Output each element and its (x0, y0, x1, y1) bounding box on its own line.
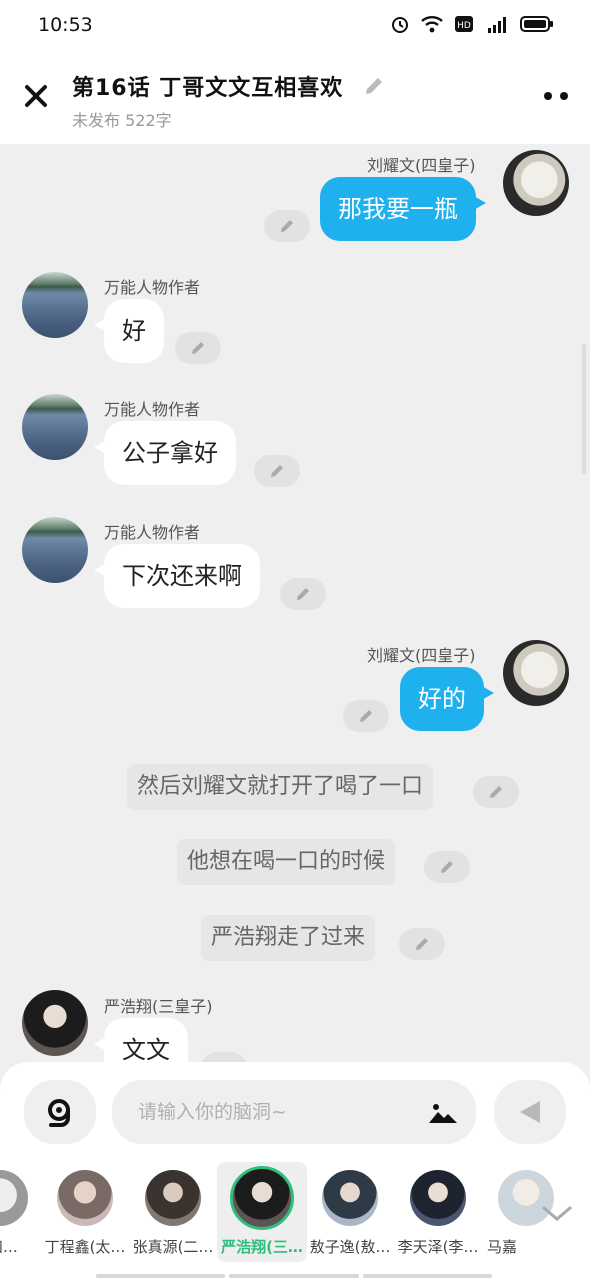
character-item[interactable]: 丁程鑫(太… (40, 1162, 130, 1262)
character-name: 丁程鑫(太… (44, 1238, 126, 1256)
pencil-icon (271, 465, 283, 477)
pencil-icon[interactable] (362, 74, 386, 98)
message-author: 万能人物作者 (104, 278, 201, 297)
pencil-icon (281, 220, 293, 232)
avatar[interactable] (22, 990, 88, 1056)
avatar[interactable] (503, 640, 569, 706)
character-name: (四… (0, 1238, 18, 1256)
home-indicator (96, 1274, 492, 1278)
hd-icon: HD (455, 16, 473, 32)
message-bubble[interactable]: 好的 (400, 667, 494, 731)
scrollbar[interactable] (582, 344, 586, 474)
character-name: 敖子逸(敖… (309, 1238, 391, 1256)
character-item[interactable]: (四… (0, 1162, 45, 1262)
ai-icon (48, 1099, 70, 1127)
pencil-icon (490, 786, 502, 798)
character-item[interactable]: 敖子逸(敖… (305, 1162, 395, 1262)
character-item[interactable]: 张真源(二… (128, 1162, 218, 1262)
chapter-title: 第16话 丁哥文文互相喜欢 (72, 76, 344, 101)
brainstorm-input[interactable] (112, 1080, 476, 1144)
character-avatar (0, 1170, 28, 1226)
character-selector: (四… 丁程鑫(太… 张真源(二… 严浩翔(三… 敖子逸(敖… 李天泽(李… 马… (0, 1162, 590, 1262)
avatar[interactable] (22, 272, 88, 338)
send-icon (520, 1101, 540, 1123)
character-avatar (230, 1166, 294, 1230)
character-avatar (322, 1170, 378, 1226)
edit-message-button[interactable] (399, 928, 445, 960)
avatar[interactable] (503, 150, 569, 216)
svg-text:HD: HD (457, 21, 471, 31)
message-bubble[interactable]: 公子拿好 (94, 421, 236, 485)
message-author: 万能人物作者 (104, 400, 201, 419)
avatar[interactable] (22, 394, 88, 460)
edit-message-button[interactable] (254, 455, 300, 487)
chat-area[interactable]: 刘耀文(四皇子) 那我要一瓶 万能人物作者 好 万能人物作者 公子拿好 万能人物… (0, 144, 590, 1074)
message-bubble[interactable]: 好 (94, 299, 164, 363)
status-icons: HD (390, 14, 554, 34)
narration-text[interactable]: 严浩翔走了过来 (201, 915, 376, 961)
pencil-icon (441, 861, 453, 873)
character-avatar (410, 1170, 466, 1226)
chevron-down-icon[interactable] (540, 1202, 574, 1224)
edit-message-button[interactable] (175, 332, 221, 364)
image-icon[interactable] (428, 1102, 458, 1124)
alarm-icon (392, 17, 408, 33)
status-time: 10:53 (38, 14, 93, 36)
edit-message-button[interactable] (280, 578, 326, 610)
signal-4g-icon (488, 17, 506, 33)
edit-message-button[interactable] (473, 776, 519, 808)
edit-message-button[interactable] (424, 851, 470, 883)
avatar[interactable] (22, 517, 88, 583)
more-icon[interactable] (544, 92, 568, 100)
edit-message-button[interactable] (343, 700, 389, 732)
status-bar: 10:53 HD (0, 0, 590, 52)
message-author: 万能人物作者 (104, 523, 201, 542)
chapter-status: 未发布 522字 (72, 111, 172, 130)
character-item[interactable]: 李天泽(李… (393, 1162, 483, 1262)
send-button[interactable] (494, 1080, 566, 1144)
pencil-icon (192, 342, 204, 354)
message-author: 严浩翔(三皇子) (104, 997, 213, 1016)
character-avatar (145, 1170, 201, 1226)
character-item-selected[interactable]: 严浩翔(三… (217, 1162, 307, 1262)
message-bubble[interactable]: 那我要一瓶 (320, 177, 486, 241)
character-name: 李天泽(李… (397, 1238, 479, 1256)
message-author: 刘耀文(四皇子) (367, 646, 476, 665)
pencil-icon (416, 938, 428, 950)
edit-message-button[interactable] (264, 210, 310, 242)
header: 第16话 丁哥文文互相喜欢 未发布 522字 (0, 52, 590, 144)
character-name: 马嘉 (487, 1238, 518, 1256)
pencil-icon (297, 588, 309, 600)
narration-text[interactable]: 然后刘耀文就打开了喝了一口 (127, 764, 434, 810)
close-icon[interactable] (20, 80, 52, 112)
narration-text[interactable]: 他想在喝一口的时候 (177, 839, 396, 885)
battery-icon (520, 16, 553, 32)
ai-assist-button[interactable] (24, 1080, 96, 1144)
pencil-icon (360, 710, 372, 722)
character-avatar (57, 1170, 113, 1226)
composer-panel: (四… 丁程鑫(太… 张真源(二… 严浩翔(三… 敖子逸(敖… 李天泽(李… 马… (0, 1062, 590, 1280)
character-name: 严浩翔(三… (221, 1238, 303, 1256)
message-author: 刘耀文(四皇子) (367, 156, 476, 175)
character-name: 张真源(二… (132, 1238, 214, 1256)
wifi-icon (421, 16, 443, 33)
message-bubble[interactable]: 下次还来啊 (94, 544, 260, 608)
